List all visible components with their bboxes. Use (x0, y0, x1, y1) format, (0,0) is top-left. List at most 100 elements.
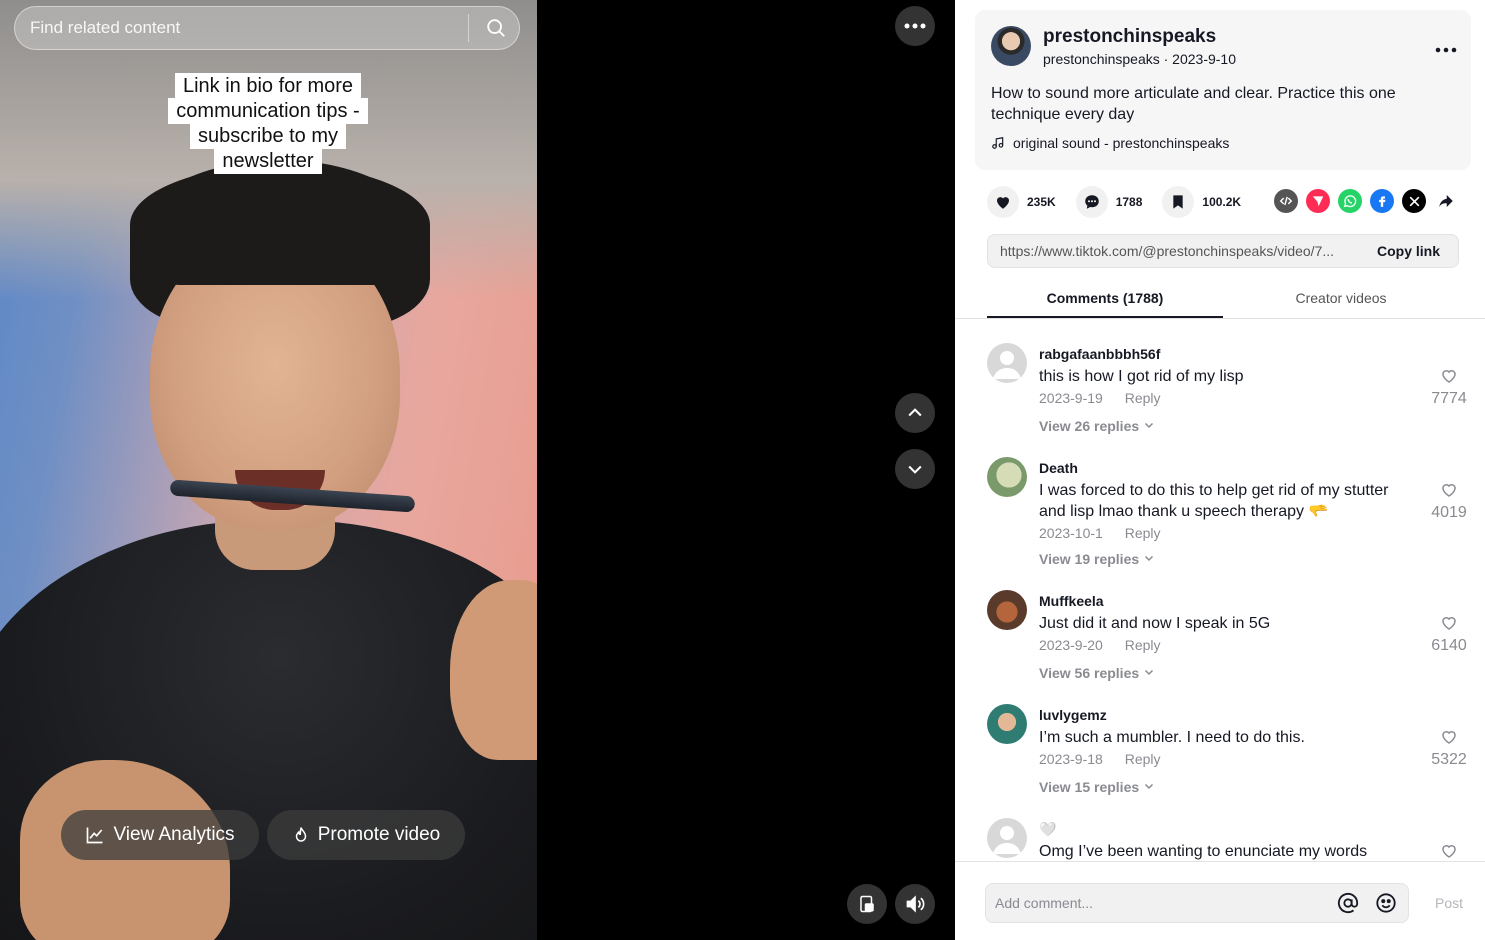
comment-text: Omg I’ve been wanting to enunciate my wo… (1039, 843, 1368, 860)
whatsapp-share-button[interactable] (1338, 189, 1362, 213)
heart-outline-icon (1442, 484, 1456, 497)
post-comment-button[interactable]: Post (1435, 895, 1463, 911)
save-button[interactable]: 100.2K (1162, 186, 1241, 218)
comment-like-button[interactable] (1429, 842, 1469, 861)
default-avatar-icon (993, 351, 1021, 379)
comment-composer (985, 883, 1409, 923)
comment-avatar[interactable] (987, 343, 1027, 383)
music-note-icon (992, 137, 1004, 149)
comment-avatar[interactable] (987, 590, 1027, 630)
view-analytics-button[interactable]: View Analytics (61, 810, 259, 860)
comment-like-button[interactable]: 4019 (1429, 481, 1469, 522)
reply-button[interactable]: Reply (1125, 751, 1161, 767)
view-replies-button[interactable]: View 56 replies (1039, 665, 1155, 681)
reply-button[interactable]: Reply (1125, 525, 1161, 541)
at-sign-icon (1337, 892, 1359, 914)
previous-video-button[interactable] (895, 393, 935, 433)
more-horizontal-icon (904, 23, 926, 29)
comment-username[interactable]: rabgafaanbbbh56f (1039, 346, 1160, 362)
comment-item: luvlygemz I’m such a mumbler. I need to … (987, 702, 1467, 812)
comment-meta: 2023-9-20 Reply (1039, 637, 1161, 653)
chevron-up-icon (908, 408, 922, 417)
floating-player-icon (860, 895, 874, 913)
author-subline: prestonchinspeaks · 2023-9-10 (1043, 51, 1237, 67)
comment-like-count: 6140 (1431, 637, 1467, 654)
like-button[interactable]: 235K (987, 186, 1056, 218)
reply-button[interactable]: Reply (1125, 637, 1161, 653)
comment-list: rabgafaanbbbh56f this is how I got rid o… (955, 319, 1485, 861)
video-more-button[interactable] (895, 6, 935, 46)
comment-username[interactable]: Death (1039, 460, 1078, 476)
send-to-friends-button[interactable] (1306, 189, 1330, 213)
comment-username[interactable]: luvlygemz (1039, 707, 1107, 723)
x-share-button[interactable] (1402, 189, 1426, 213)
comment-bubble-icon (1084, 195, 1099, 209)
facebook-share-button[interactable] (1370, 189, 1394, 213)
share-link-box: https://www.tiktok.com/@prestonchinspeak… (987, 234, 1459, 268)
comment-button[interactable]: 1788 (1075, 186, 1143, 218)
author-avatar[interactable] (991, 26, 1031, 66)
engagement-bar: 235K 1788 100.2K (987, 186, 1261, 218)
video-area: Link in bio for more communication tips … (0, 0, 955, 940)
save-circle (1162, 186, 1195, 218)
comment-like-count: 4019 (1431, 504, 1467, 521)
comment-bar-divider (955, 861, 1485, 862)
app-root: Link in bio for more communication tips … (0, 0, 1485, 940)
comment-username[interactable]: Muffkeela (1039, 593, 1104, 609)
search-input[interactable] (30, 18, 464, 38)
floating-player-button[interactable] (847, 884, 887, 924)
reply-button[interactable]: Reply (1125, 390, 1161, 406)
comment-like-count: 7774 (1431, 390, 1467, 407)
author-name[interactable]: prestonchinspeaks (1043, 26, 1216, 48)
video-player[interactable]: Link in bio for more communication tips … (0, 0, 537, 940)
comment-like-button[interactable]: 6140 (1429, 614, 1469, 655)
embed-button[interactable] (1274, 189, 1298, 213)
comment-count: 1788 (1115, 195, 1143, 209)
view-replies-button[interactable]: View 26 replies (1039, 418, 1155, 434)
comment-avatar[interactable] (987, 818, 1027, 858)
emoji-icon (1376, 893, 1396, 913)
comment-input[interactable] (986, 895, 1332, 911)
search-divider (468, 14, 469, 42)
share-icons (1274, 189, 1458, 213)
panel-tabs: Comments (1788) Creator videos (987, 278, 1459, 318)
comment-username[interactable]: 🤍 (1039, 821, 1056, 838)
more-horizontal-icon (1435, 47, 1457, 53)
comment-like-button[interactable]: 7774 (1429, 367, 1469, 408)
heart-outline-icon (1442, 617, 1456, 630)
paper-plane-icon (1312, 196, 1324, 207)
next-video-button[interactable] (895, 449, 935, 489)
view-replies-label: View 19 replies (1039, 551, 1140, 567)
view-replies-button[interactable]: View 19 replies (1039, 551, 1155, 567)
post-more-button[interactable] (1435, 36, 1457, 59)
comment-meta: 2023-9-19 Reply (1039, 390, 1161, 406)
tab-creator-videos[interactable]: Creator videos (1223, 278, 1459, 318)
sound-link[interactable]: original sound - prestonchinspeaks (991, 135, 1229, 151)
copy-link-button[interactable]: Copy link (1359, 243, 1458, 259)
comment-like-button[interactable]: 5322 (1429, 728, 1469, 769)
search-button[interactable] (473, 6, 519, 50)
mention-button[interactable] (1332, 887, 1364, 919)
view-replies-button[interactable]: View 15 replies (1039, 779, 1155, 795)
chevron-down-icon (1145, 669, 1154, 676)
comment-date: 2023-9-20 (1039, 637, 1103, 653)
comment-avatar[interactable] (987, 704, 1027, 744)
view-replies-label: View 15 replies (1039, 779, 1140, 795)
view-replies-label: View 26 replies (1039, 418, 1140, 434)
heart-outline-icon (1442, 731, 1456, 744)
comment-text: this is how I got rid of my lisp (1039, 368, 1244, 385)
emoji-button[interactable] (1370, 887, 1402, 919)
share-link-text[interactable]: https://www.tiktok.com/@prestonchinspeak… (988, 243, 1359, 259)
like-count: 235K (1027, 195, 1056, 209)
caption-line: communication tips - (168, 98, 368, 124)
comment-text: I was forced to do this to help get rid … (1039, 482, 1389, 520)
tab-comments[interactable]: Comments (1788) (987, 278, 1223, 318)
sound-label: original sound - prestonchinspeaks (1013, 135, 1230, 151)
view-analytics-label: View Analytics (113, 824, 235, 845)
whatsapp-icon (1343, 195, 1357, 208)
promote-video-button[interactable]: Promote video (267, 810, 465, 860)
comment-avatar[interactable] (987, 457, 1027, 497)
volume-button[interactable] (895, 884, 935, 924)
post-description: How to sound more articulate and clear. … (991, 85, 1396, 123)
more-share-button[interactable] (1434, 189, 1458, 213)
